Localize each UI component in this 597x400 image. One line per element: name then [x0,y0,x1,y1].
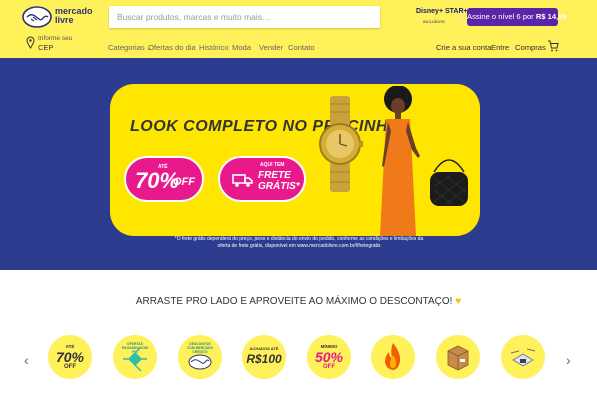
nav-historico[interactable]: Histórico [199,43,229,52]
hero-footnote: *O frete grátis dependerá do preço, peso… [174,236,424,249]
hero-card: LOOK COMPLETO NO PRECINHO! ATÉ 70% OFF A… [110,84,480,236]
location-selector[interactable]: Informe seu CEP [26,34,106,54]
mercadolivre-logo[interactable]: mercado livre [22,5,93,29]
discount-pill: ATÉ 70% OFF [124,156,204,202]
purchases-link[interactable]: Compras [515,43,546,52]
carousel-item-achados-ate-100[interactable]: ACHADOS ATÉ R$100 [242,335,286,379]
black-handbag-image [430,159,468,206]
carousel-item-mercado-credito[interactable]: DESCONTOS COM MERCADO CRÉDITO [178,335,222,379]
hero-banner[interactable]: LOOK COMPLETO NO PRECINHO! ATÉ 70% OFF A… [0,58,597,270]
nav-vender[interactable]: Vender [259,43,283,52]
box-icon [447,345,469,371]
search-input[interactable] [109,6,354,28]
handshake-logo-icon [22,6,52,28]
logo-text: mercado livre [55,6,93,25]
carousel-item-pix[interactable]: OFERTAS PAGANDO COM PIX [113,335,157,379]
disney-sub-label: INCLUÍDOS [423,19,445,24]
carousel-item-minimo-50-off[interactable]: MÍNIMO 50% OFF [307,335,351,379]
carousel-item-fire[interactable] [371,335,415,379]
hero-title: LOOK COMPLETO NO PRECINHO! [130,118,407,135]
location-cep: CEP [38,43,54,52]
chevron-right-icon[interactable]: › [566,352,571,368]
carousel-item-ate-70-off[interactable]: ATÉ 70% OFF [48,335,92,379]
promo-text: Assine o nível 6 por [467,12,534,21]
carousel-title: ARRASTE PRO LADO E APROVEITE AO MÁXIMO O… [135,296,462,307]
header: mercado livre Disney+ STAR+ INCLUÍDOS As… [0,0,597,58]
handshake-icon [188,354,212,370]
cart-icon[interactable] [547,40,559,52]
yellow-heart-icon: ♥ [455,296,462,307]
model-orange-dress-image [380,86,420,236]
carousel-item-box[interactable] [436,335,480,379]
location-pin-icon [26,36,35,49]
login-link[interactable]: Entre [491,43,509,52]
pix-icon [123,346,147,372]
disney-star-badge[interactable]: Disney+ STAR+ INCLUÍDOS [410,6,468,30]
drone-icon [510,348,536,367]
nav-moda[interactable]: Moda [232,43,251,52]
truck-icon [232,174,253,187]
carousel-item-drone[interactable] [501,335,545,379]
chevron-left-icon[interactable]: ‹ [24,352,29,368]
nav-ofertas-do-dia[interactable]: Ofertas do dia [148,43,196,52]
nav-contato[interactable]: Contato [288,43,315,52]
promo-price: R$ 14,99 [535,12,567,21]
create-account-link[interactable]: Crie a sua conta [436,43,491,52]
location-hint: Informe seu [38,35,73,42]
subscribe-promo-button[interactable]: Assine o nível 6 por R$ 14,99 [467,8,567,26]
nav-categorias[interactable]: Categorias ⌄ [108,43,151,52]
search-bar [109,6,481,28]
gold-watch-image [319,96,363,192]
free-shipping-pill: AQUI TEM FRETE GRÁTIS* [218,156,306,202]
disney-logo: Disney+ STAR+ [416,8,468,15]
fire-icon [385,343,401,370]
